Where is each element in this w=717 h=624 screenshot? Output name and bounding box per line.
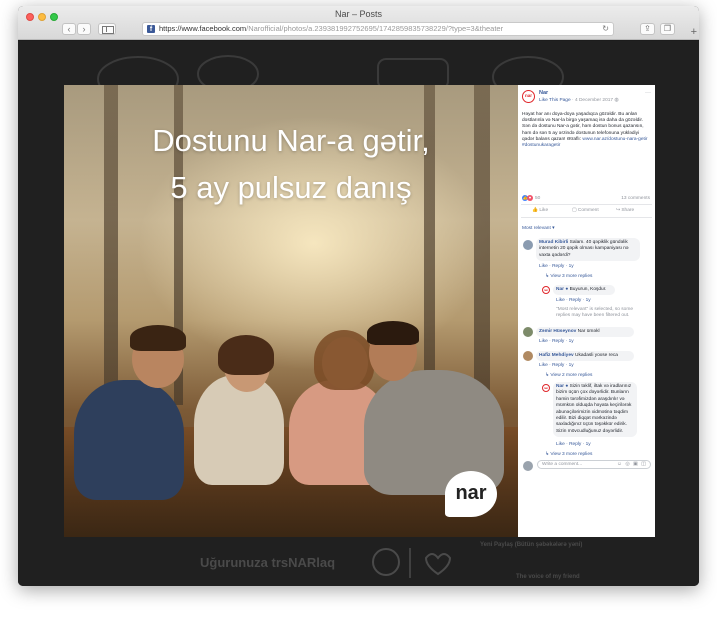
share-post-button[interactable]: ↪ Share <box>616 208 634 213</box>
verified-badge-icon: ● <box>565 287 569 292</box>
reply-text: Buyurun, Koşdur. <box>569 287 607 292</box>
new-tab-button[interactable]: + <box>691 26 697 38</box>
post-meta: Like This Page · 4 December 2017 ◍ <box>539 98 619 103</box>
filter-note: "Most relevant" is selected, so some rep… <box>556 307 633 318</box>
comment-bubble: Hafiz Mehdiyev Ukadasli yoxse reca <box>536 351 634 362</box>
title-bar: Nar – Posts ‹ › f https://www.facebook.c… <box>18 6 699 40</box>
reply-text: Sizin təklif, iltak və iradlarınız bizim… <box>556 384 632 434</box>
like-page-link[interactable]: Like This Page <box>539 98 571 103</box>
address-bar[interactable]: f https://www.facebook.com/Narofficial/p… <box>142 22 614 36</box>
comment-text: Nar üməkl <box>577 329 600 334</box>
sort-comments-dropdown[interactable]: Most relevant ▾ <box>522 226 555 231</box>
tabs-icon: ❐ <box>663 24 672 33</box>
reply-author[interactable]: Nar <box>556 384 564 389</box>
post-text: Həyat hər anı doya-doya yaşadıqca gözəld… <box>522 112 651 149</box>
love-reaction-icon: ♥ <box>527 195 533 201</box>
comment-author[interactable]: Murad Kibirli <box>539 240 568 245</box>
commenter-avatar[interactable] <box>523 327 533 337</box>
reply-actions[interactable]: Like · Reply · 1y <box>556 298 591 303</box>
divider <box>521 217 652 218</box>
nar-reply-avatar[interactable]: nar <box>542 286 550 294</box>
view-more-replies-link[interactable]: ↳ View 2 more replies <box>545 373 592 378</box>
url-host: https://www.facebook.com <box>159 24 247 33</box>
more-options-icon[interactable]: ··· <box>645 90 651 96</box>
chevron-right-icon: › <box>82 24 86 34</box>
background-text-right-2: The voice of my friend <box>516 574 580 580</box>
person-2-hair <box>218 335 274 375</box>
background-text-right-1: Yeni Paylaş (Bütün şəbəkələrə yəni) <box>480 542 583 548</box>
current-user-avatar <box>523 461 533 471</box>
person-4-hair <box>367 321 419 345</box>
post-hashtag[interactable]: #dostunukaragetir <box>522 143 560 148</box>
share-icon: ⇪ <box>644 24 651 33</box>
commenter-avatar[interactable] <box>523 351 533 361</box>
commenter-avatar[interactable] <box>523 240 533 250</box>
background-hearts <box>372 548 452 578</box>
emoji-camera-gif-sticker-icons[interactable]: ☺ ◎ ▣ ◫ <box>617 461 647 467</box>
forward-button[interactable]: › <box>77 23 91 35</box>
comment-button[interactable]: ▢ Comment <box>572 208 599 213</box>
post-photo[interactable]: Dostunu Nar-a gətir, 5 ay pulsuz danış n… <box>64 85 518 537</box>
headline-line-1: Dostunu Nar-a gətir, <box>152 123 430 158</box>
post-link[interactable]: www.nar.az/dostunu-nara-getir <box>582 137 647 142</box>
share-button[interactable]: ⇪ <box>640 23 655 35</box>
headline-line-2: 5 ay pulsuz danış <box>170 170 412 205</box>
url-path: /Narofficial/photos/a.239381992752695/17… <box>246 24 504 33</box>
comment-actions[interactable]: Like · Reply · 1y <box>539 264 574 269</box>
reaction-count[interactable]: 50 <box>535 196 540 201</box>
background-text-left: Uğurunuza trsNARlaq <box>200 555 336 570</box>
globe-icon: ◍ <box>614 98 619 103</box>
reply-bubble: Nar ● Buyurun, Koşdur. <box>553 285 615 296</box>
reply-bubble: Nar ● Sizin təklif, iltak və iradlarınız… <box>553 382 637 438</box>
window-title: Nar – Posts <box>334 9 383 19</box>
sidebar-toggle-button[interactable] <box>98 23 116 35</box>
view-more-replies-link[interactable]: ↳ View 3 more replies <box>545 274 592 279</box>
comment-author[interactable]: Hafiz Mehdiyev <box>539 353 574 358</box>
page-avatar[interactable]: nar <box>522 90 535 103</box>
nar-logo: nar <box>445 471 497 517</box>
write-comment-input[interactable]: Write a comment... ☺ ◎ ▣ ◫ <box>537 460 651 469</box>
like-button[interactable]: 👍 Like <box>532 208 548 213</box>
page-name-link[interactable]: Nar <box>539 90 548 96</box>
comment-actions[interactable]: Like · Reply · 1y <box>539 339 574 344</box>
browser-window: Nar – Posts ‹ › f https://www.facebook.c… <box>18 6 699 586</box>
back-button[interactable]: ‹ <box>62 23 76 35</box>
reply-author[interactable]: Nar <box>556 287 564 292</box>
tabs-button[interactable]: ❐ <box>660 23 675 35</box>
reload-icon[interactable]: ↻ <box>602 23 609 35</box>
facebook-favicon-icon: f <box>147 25 155 33</box>
person-1-body <box>74 380 184 500</box>
comment-bubble: Zəmir Hüseynov Nar üməkl <box>536 327 634 338</box>
post-date: 4 December 2017 <box>574 98 614 103</box>
view-more-replies-link[interactable]: ↳ View 3 more replies <box>545 452 592 457</box>
comment-text: Ukadasli yoxse reca <box>575 353 618 358</box>
chevron-left-icon: ‹ <box>67 24 71 34</box>
person-2-body <box>194 375 284 485</box>
reply-actions[interactable]: Like · Reply · 1y <box>556 442 591 447</box>
verified-badge-icon: ● <box>565 384 569 389</box>
post-details-panel: nar Nar Like This Page · 4 December 2017… <box>518 85 655 537</box>
divider <box>521 204 652 205</box>
comments-count[interactable]: 13 comments <box>621 196 650 201</box>
nar-reply-avatar[interactable]: nar <box>542 384 550 392</box>
write-comment-placeholder: Write a comment... <box>542 462 583 467</box>
person-1-hair <box>130 325 186 351</box>
comment-actions[interactable]: Like · Reply · 1y <box>539 363 574 368</box>
person-3-hair <box>314 330 374 390</box>
comment-author[interactable]: Zəmir Hüseynov <box>539 329 576 334</box>
comment-bubble: Murad Kibirli Salam. 40 qəpiklik gündəli… <box>536 238 640 262</box>
